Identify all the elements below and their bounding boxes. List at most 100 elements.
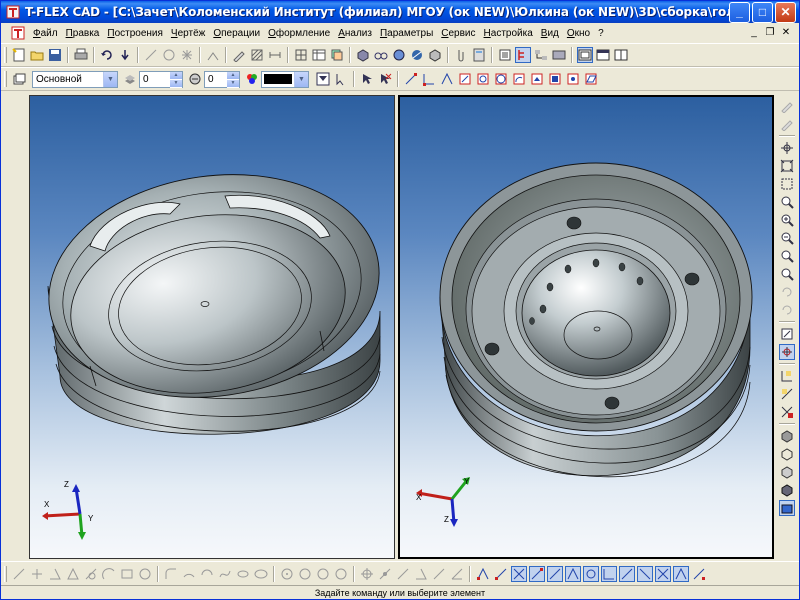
zoom-icon[interactable] [779,194,795,210]
menu-edit[interactable]: Правка [62,28,104,39]
menu-parameters[interactable]: Параметры [376,28,437,39]
level-stepper[interactable]: ▲ ▼ [227,71,239,88]
constraint-11-icon[interactable] [655,565,671,582]
viewport-right[interactable]: X Y Z [398,95,774,559]
hatch-icon[interactable] [249,47,265,63]
layer-input[interactable]: 0 ▲ ▼ [139,70,183,88]
constraint-4-icon[interactable] [529,565,545,582]
mdi-close-button[interactable]: ✕ [779,27,793,40]
snap-edge-icon[interactable] [421,71,437,87]
snap-icon[interactable] [205,47,221,63]
mdi-restore-button[interactable]: ❐ [763,27,777,40]
clip-icon[interactable] [453,47,469,63]
viewport-left[interactable]: Z X Y [29,95,395,559]
arc-3pt-icon[interactable] [181,566,197,582]
redo-icon[interactable] [117,47,133,63]
orient-icon[interactable] [779,326,795,342]
window-split-icon[interactable] [613,47,629,63]
polar-icon[interactable] [779,386,795,402]
menu-window[interactable]: Окно [563,28,594,39]
parameters-icon[interactable] [551,47,567,63]
circle-center-icon[interactable] [279,566,295,582]
properties-icon[interactable] [497,47,513,63]
snap-plane-icon[interactable] [583,71,599,87]
color-select[interactable]: ▼ [261,70,309,88]
constraint-2-icon[interactable] [493,566,509,582]
mdi-minimize-button[interactable]: _ [747,27,761,40]
menu-service[interactable]: Сервис [437,28,479,39]
select-icon[interactable] [359,71,375,87]
title-bar[interactable]: T-FLEX CAD - [C:\Зачет\Коломенский Инсти… [1,1,799,23]
hidden-lines-icon[interactable] [779,464,795,480]
point-tool-icon[interactable] [179,47,195,63]
snap-body-icon[interactable] [547,71,563,87]
cross-icon[interactable] [29,566,45,582]
constraint-3-icon[interactable] [511,565,527,582]
arc-center-icon[interactable] [199,566,215,582]
snap-circle-icon[interactable] [493,71,509,87]
snap-face-icon[interactable] [439,71,455,87]
menu-file[interactable]: Файл [29,28,62,39]
ellipse-icon[interactable] [253,566,269,582]
save-icon[interactable] [47,47,63,63]
refresh-icon[interactable] [779,302,795,318]
snap-vertex-icon[interactable] [403,71,419,87]
sketch-icon[interactable] [231,47,247,63]
shaded-icon[interactable] [779,428,795,444]
snap-surface-icon[interactable] [529,71,545,87]
zoom-in-icon[interactable] [779,212,795,228]
toolbar-grip[interactable] [4,47,7,63]
filter-icon[interactable] [315,71,331,87]
intersect-icon[interactable] [779,404,795,420]
layer-stepper[interactable]: ▲ ▼ [170,71,182,88]
menu-drawing[interactable]: Чертёж [167,28,209,39]
constraint-8-icon[interactable] [601,565,617,582]
menu-format[interactable]: Оформление [264,28,334,39]
constraint-5-icon[interactable] [547,565,563,582]
structure-icon[interactable] [533,47,549,63]
grid-icon[interactable] [293,47,309,63]
pencil-icon[interactable] [779,98,795,114]
undo-icon[interactable] [99,47,115,63]
node-icon[interactable] [359,566,375,582]
model-tree-icon[interactable] [515,47,531,63]
constraint-9-icon[interactable] [619,565,635,582]
ellipse-arc-icon[interactable] [235,566,251,582]
calculator-icon[interactable] [471,47,487,63]
table-icon[interactable] [311,47,327,63]
triangle-icon[interactable] [65,566,81,582]
constraint-13-icon[interactable] [691,566,707,582]
menu-operations[interactable]: Операции [209,28,264,39]
circle-3pt-icon[interactable] [333,566,349,582]
snap-point-icon[interactable] [565,71,581,87]
render-icon[interactable] [409,47,425,63]
zoom-all-icon[interactable] [779,266,795,282]
line-tool-icon[interactable] [143,47,159,63]
tangent-icon[interactable] [83,566,99,582]
layers-icon[interactable] [329,47,345,63]
document-icon[interactable] [11,26,25,40]
menu-construct[interactable]: Построения [103,28,167,39]
dimension-icon[interactable] [267,47,283,63]
menu-help[interactable]: ? [594,28,608,39]
node-intersect-icon[interactable] [413,566,429,582]
arc-icon[interactable] [101,566,117,582]
constraint-12-icon[interactable] [673,565,689,582]
window-tile-icon[interactable] [577,47,593,63]
chevron-down-icon[interactable]: ▼ [294,71,308,87]
snap-toggle-icon[interactable] [779,344,795,360]
print-icon[interactable] [73,47,89,63]
zoom-fit-icon[interactable] [779,158,795,174]
menu-settings[interactable]: Настройка [480,28,537,39]
cube-icon[interactable] [427,47,443,63]
open-folder-icon[interactable] [29,47,45,63]
snap-arc-icon[interactable] [511,71,527,87]
menu-view[interactable]: Вид [537,28,563,39]
zoom-out-icon[interactable] [779,230,795,246]
snap-axis-icon[interactable] [457,71,473,87]
node-angle-icon[interactable] [449,566,465,582]
chevron-down-icon[interactable]: ▼ [103,71,117,87]
level-input[interactable]: 0 ▲ ▼ [204,70,240,88]
circle-icon[interactable] [137,566,153,582]
constraint-1-icon[interactable] [475,566,491,582]
